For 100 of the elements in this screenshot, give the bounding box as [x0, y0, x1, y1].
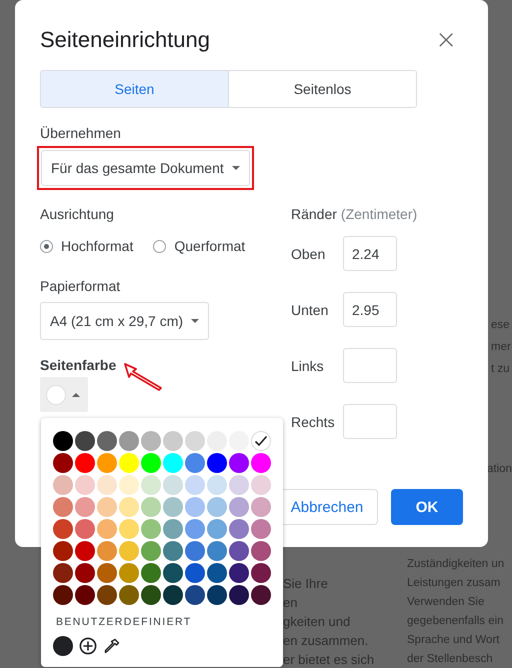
radio-label[interactable]: Hochformat — [61, 238, 134, 254]
color-swatch[interactable] — [185, 431, 205, 451]
color-swatch[interactable] — [207, 585, 227, 605]
color-swatch[interactable] — [185, 585, 205, 605]
color-swatch[interactable] — [53, 563, 73, 583]
color-swatch[interactable] — [251, 497, 271, 517]
color-swatch[interactable] — [97, 519, 117, 539]
tab[interactable]: Seiten — [41, 71, 228, 107]
color-swatch[interactable] — [251, 541, 271, 561]
color-swatch[interactable] — [163, 585, 183, 605]
color-swatch[interactable] — [229, 519, 249, 539]
color-swatch[interactable] — [97, 431, 117, 451]
ok-button[interactable]: OK — [391, 489, 463, 525]
color-swatch[interactable] — [251, 585, 271, 605]
color-swatch[interactable] — [163, 431, 183, 451]
dropdown[interactable]: A4 (21 cm x 29,7 cm) — [40, 302, 210, 340]
color-swatch[interactable] — [163, 497, 183, 517]
color-swatch[interactable] — [163, 453, 183, 473]
field-label: Unten — [291, 302, 330, 318]
color-swatch[interactable] — [119, 519, 139, 539]
color-swatch[interactable] — [185, 541, 205, 561]
color-swatch[interactable] — [75, 563, 95, 583]
color-swatch[interactable] — [119, 585, 139, 605]
eyedropper-icon[interactable] — [103, 637, 121, 655]
color-swatch[interactable] — [229, 475, 249, 495]
color-swatch[interactable] — [53, 475, 73, 495]
color-swatch[interactable] — [141, 585, 161, 605]
color-swatch[interactable] — [163, 519, 183, 539]
dropdown[interactable]: Für das gesamte Dokument — [41, 150, 250, 186]
color-swatch[interactable] — [251, 519, 271, 539]
color-swatch[interactable] — [119, 497, 139, 517]
color-swatch[interactable] — [75, 585, 95, 605]
color-swatch[interactable] — [119, 453, 139, 473]
color-swatch[interactable] — [229, 497, 249, 517]
color-swatch[interactable] — [53, 541, 73, 561]
input-field[interactable] — [343, 404, 397, 439]
color-swatch[interactable] — [207, 497, 227, 517]
document-text: er bietet es sich — [283, 651, 374, 668]
color-swatch[interactable] — [141, 563, 161, 583]
color-swatch[interactable] — [251, 563, 271, 583]
color-swatch[interactable] — [207, 475, 227, 495]
color-swatch[interactable] — [207, 563, 227, 583]
color-swatch[interactable] — [141, 475, 161, 495]
color-swatch[interactable] — [229, 453, 249, 473]
document-text: en — [283, 594, 298, 612]
color-swatch[interactable] — [163, 563, 183, 583]
color-swatch[interactable] — [75, 497, 95, 517]
color-swatch[interactable] — [163, 541, 183, 561]
color-swatch[interactable] — [163, 475, 183, 495]
color-swatch[interactable] — [75, 541, 95, 561]
radio-button[interactable] — [153, 240, 166, 252]
color-swatch[interactable] — [119, 475, 139, 495]
color-swatch[interactable] — [53, 636, 73, 656]
color-swatch[interactable] — [97, 541, 117, 561]
color-swatch[interactable] — [97, 475, 117, 495]
color-swatch[interactable] — [185, 453, 205, 473]
color-swatch[interactable] — [185, 519, 205, 539]
tab[interactable]: Seitenlos — [228, 71, 416, 107]
color-swatch[interactable] — [97, 563, 117, 583]
color-swatch[interactable] — [207, 453, 227, 473]
color-swatch[interactable] — [141, 519, 161, 539]
input-field[interactable]: 2.95 — [343, 292, 397, 327]
color-swatch[interactable] — [75, 431, 95, 451]
color-swatch[interactable] — [229, 585, 249, 605]
color-swatch[interactable] — [229, 541, 249, 561]
input-field[interactable] — [343, 348, 397, 383]
color-swatch[interactable] — [75, 475, 95, 495]
close-button[interactable]: × — [435, 27, 457, 53]
color-swatch[interactable] — [251, 475, 271, 495]
color-swatch[interactable] — [53, 497, 73, 517]
color-swatch[interactable] — [119, 563, 139, 583]
color-swatch[interactable] — [141, 497, 161, 517]
radio-button[interactable] — [40, 240, 53, 252]
color-swatch[interactable] — [119, 431, 139, 451]
input-field[interactable]: 2.24 — [343, 236, 397, 271]
add-icon[interactable] — [79, 637, 97, 655]
color-swatch[interactable] — [207, 519, 227, 539]
color-swatch[interactable] — [141, 431, 161, 451]
color-swatch[interactable] — [75, 519, 95, 539]
color-swatch[interactable] — [141, 453, 161, 473]
radio-label[interactable]: Querformat — [174, 238, 246, 254]
document-text: Sie Ihre — [283, 575, 329, 593]
color-swatch[interactable] — [97, 497, 117, 517]
color-swatch[interactable] — [207, 541, 227, 561]
color-swatch[interactable] — [185, 497, 205, 517]
color-swatch[interactable] — [97, 453, 117, 473]
color-swatch[interactable] — [141, 541, 161, 561]
color-swatch[interactable] — [185, 475, 205, 495]
color-swatch[interactable] — [53, 453, 73, 473]
color-swatch[interactable] — [185, 563, 205, 583]
color-swatch[interactable] — [97, 585, 117, 605]
color-swatch[interactable] — [53, 585, 73, 605]
color-swatch[interactable] — [53, 519, 73, 539]
color-swatch[interactable] — [119, 541, 139, 561]
color-swatch[interactable] — [75, 453, 95, 473]
color-swatch[interactable] — [251, 453, 271, 473]
color-swatch[interactable] — [53, 431, 73, 451]
color-swatch[interactable] — [251, 431, 271, 451]
color-picker-button[interactable] — [40, 377, 88, 412]
color-swatch[interactable] — [229, 563, 249, 583]
